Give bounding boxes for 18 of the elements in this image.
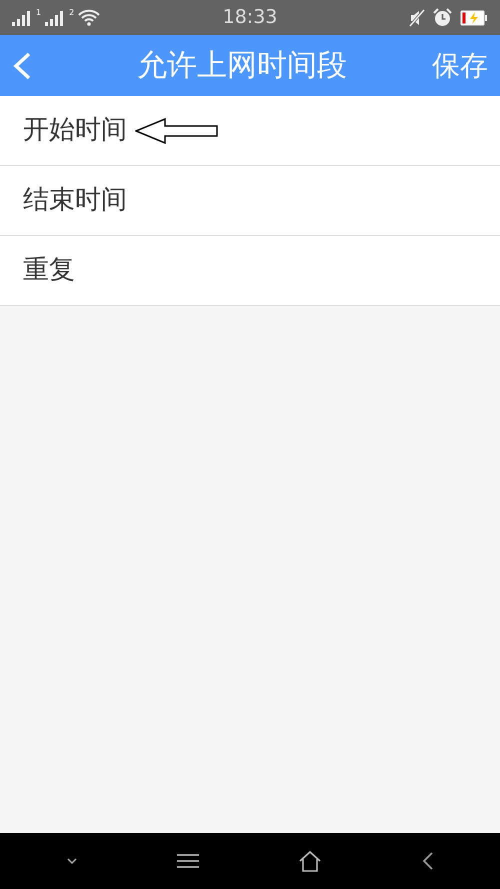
clock-time: 18:33 bbox=[222, 5, 278, 30]
signal-icon bbox=[12, 10, 32, 26]
sim-slot-label: 2 bbox=[69, 9, 74, 17]
battery-icon bbox=[460, 10, 488, 26]
menu-icon[interactable] bbox=[176, 853, 198, 869]
wifi-icon bbox=[78, 9, 100, 26]
home-icon[interactable] bbox=[298, 850, 322, 872]
mute-icon bbox=[409, 8, 426, 26]
chevron-down-icon[interactable] bbox=[66, 857, 78, 865]
sim-slot-label: 1 bbox=[36, 9, 42, 17]
back-button[interactable] bbox=[12, 50, 32, 80]
settings-item[interactable]: 结束时间 bbox=[23, 181, 127, 220]
alarm-icon bbox=[433, 8, 452, 27]
settings-item[interactable]: 重复 bbox=[23, 251, 75, 290]
settings-item[interactable]: 开始时间 bbox=[23, 111, 127, 150]
signal-icon bbox=[45, 10, 66, 26]
page-title: 允许上网时间段 bbox=[136, 47, 348, 85]
back-icon[interactable] bbox=[420, 851, 434, 871]
